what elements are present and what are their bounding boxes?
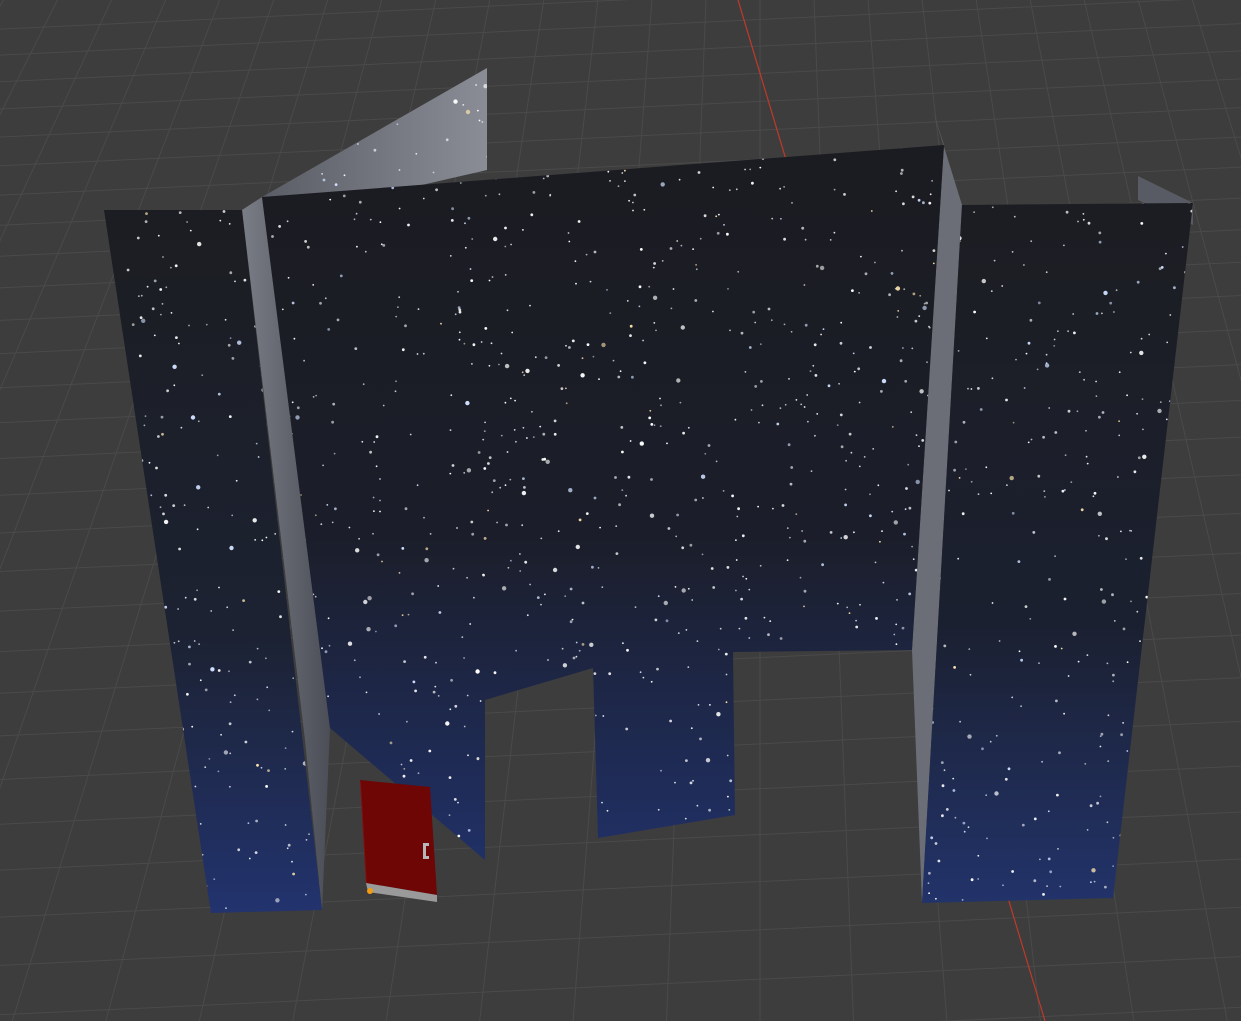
right-wall[interactable] xyxy=(922,199,1197,904)
3d-viewport[interactable] xyxy=(0,0,1241,1021)
back-wall-panel[interactable] xyxy=(261,67,488,200)
door-object[interactable] xyxy=(360,780,437,902)
origin-marker xyxy=(367,888,373,894)
